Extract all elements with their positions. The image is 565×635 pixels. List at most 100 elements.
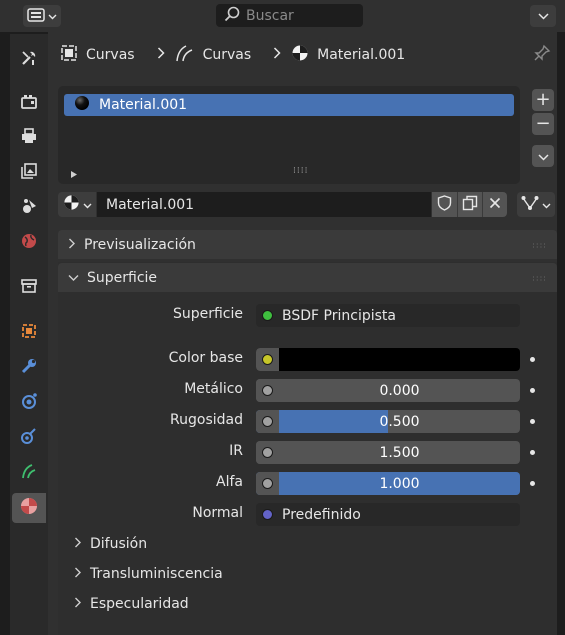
property-label: Metálico [184, 381, 243, 397]
property-field[interactable] [256, 348, 520, 371]
add-slot-button[interactable]: + [532, 89, 554, 111]
property-field[interactable]: 0.500 [256, 410, 520, 433]
physics-icon [20, 427, 38, 449]
shield-icon [437, 194, 452, 215]
input-socket-icon [262, 478, 273, 489]
chevron-down-icon [537, 8, 549, 24]
subpanel-transmission[interactable]: Transluminiscencia [74, 566, 223, 582]
tab-scene[interactable] [12, 193, 46, 223]
browse-material-button[interactable] [58, 192, 96, 217]
drag-grip-icon[interactable]: :::: [532, 240, 547, 249]
chevron-down-icon [537, 147, 549, 165]
plus-icon: + [535, 89, 551, 110]
normal-input[interactable]: Predefinido [256, 503, 520, 526]
breadcrumb-item-curve[interactable]: Curvas [175, 44, 252, 66]
keyframe-dot-icon[interactable] [530, 481, 535, 486]
tab-modifiers[interactable] [12, 353, 46, 383]
list-resize-grip-icon[interactable]: ⁞⁞⁞⁞ [293, 166, 308, 176]
box-icon [20, 277, 38, 299]
property-field[interactable]: 1.000 [256, 472, 520, 495]
socket-box[interactable] [256, 441, 279, 464]
property-value: 0.500 [379, 413, 420, 430]
input-socket-icon [262, 416, 273, 427]
tab-view-layer[interactable] [12, 158, 46, 188]
surface-shader-selector[interactable]: BSDF Principista [256, 304, 520, 327]
material-preview-icon [74, 95, 90, 115]
material-icon [291, 44, 309, 66]
breadcrumb: Curvas Curvas Material.001 [60, 44, 405, 66]
tab-object[interactable] [12, 318, 46, 348]
material-icon [63, 194, 80, 215]
tab-output[interactable] [12, 123, 46, 153]
breadcrumb-label: Curvas [202, 47, 252, 63]
link-mode-button[interactable] [517, 192, 555, 217]
socket-box[interactable] [256, 410, 279, 433]
keyframe-dot-icon[interactable] [530, 450, 535, 455]
left-gutter [0, 32, 10, 635]
duplicate-material-button[interactable] [457, 192, 482, 217]
subpanel-specular[interactable]: Especularidad [74, 596, 189, 612]
slot-specials-button[interactable] [532, 145, 554, 167]
editor-type-menu[interactable] [23, 5, 61, 27]
breadcrumb-item-material[interactable]: Material.001 [291, 44, 405, 66]
close-icon [489, 197, 501, 213]
surface-panel-header[interactable]: Superficie :::: [58, 263, 557, 292]
breadcrumb-item-object[interactable]: Curvas [60, 44, 135, 66]
shader-value: BSDF Principista [282, 307, 396, 324]
tab-physics[interactable] [12, 423, 46, 453]
panel-title: Previsualización [84, 236, 196, 253]
chevron-down-icon [48, 10, 57, 23]
image-stack-icon [20, 162, 38, 184]
shader-label: Superficie [172, 306, 243, 322]
property-value: 0.000 [379, 382, 420, 399]
list-item-label: Material.001 [99, 97, 188, 113]
chevron-down-icon [542, 197, 551, 213]
breadcrumb-label: Material.001 [317, 47, 406, 63]
play-triangle-icon[interactable] [70, 167, 78, 183]
subpanel-title: Difusión [90, 536, 148, 552]
socket-box[interactable] [256, 472, 279, 495]
property-label: IR [229, 443, 243, 459]
property-field[interactable]: 1.500 [256, 441, 520, 464]
curve-data-icon [175, 44, 195, 66]
property-label: Alfa [216, 474, 243, 490]
property-field[interactable]: 0.000 [256, 379, 520, 402]
subpanel-title: Transluminiscencia [90, 566, 223, 582]
minus-icon: − [535, 113, 551, 134]
tab-curve-data[interactable] [12, 458, 46, 488]
property-label: Rugosidad [170, 412, 243, 428]
tab-tool[interactable] [12, 45, 46, 75]
preview-panel-header[interactable]: Previsualización :::: [58, 230, 557, 259]
vector-socket-icon [262, 509, 273, 520]
socket-box[interactable] [256, 348, 279, 371]
tab-render[interactable] [12, 89, 46, 119]
fake-user-button[interactable] [432, 192, 457, 217]
list-item[interactable]: Material.001 [64, 94, 514, 116]
unlink-material-button[interactable] [482, 192, 507, 217]
tab-world[interactable] [12, 228, 46, 258]
drag-grip-icon[interactable]: :::: [532, 273, 547, 282]
breadcrumb-label: Curvas [86, 47, 135, 63]
chevron-right-icon [74, 536, 82, 552]
tab-particles[interactable] [12, 388, 46, 418]
pin-icon[interactable] [533, 44, 551, 66]
remove-slot-button[interactable]: − [532, 113, 554, 135]
keyframe-dot-icon[interactable] [530, 357, 535, 362]
chevron-right-icon [74, 596, 82, 612]
property-value: 1.500 [379, 444, 420, 461]
material-name-field[interactable]: Material.001 [97, 192, 431, 217]
tab-collection[interactable] [12, 273, 46, 303]
subpanel-diffuse[interactable]: Difusión [74, 536, 147, 552]
socket-box[interactable] [256, 379, 279, 402]
subpanel-title: Especularidad [90, 596, 189, 612]
subpanel-cutoff [74, 626, 174, 635]
header-options-button[interactable] [530, 5, 556, 27]
keyframe-dot-icon[interactable] [530, 419, 535, 424]
object-icon [20, 322, 38, 344]
keyframe-dot-icon[interactable] [530, 388, 535, 393]
tab-material[interactable] [12, 493, 46, 523]
material-icon [19, 496, 39, 520]
search-input[interactable]: Buscar [216, 4, 363, 27]
render-icon [20, 93, 38, 115]
particles-icon [20, 392, 38, 414]
